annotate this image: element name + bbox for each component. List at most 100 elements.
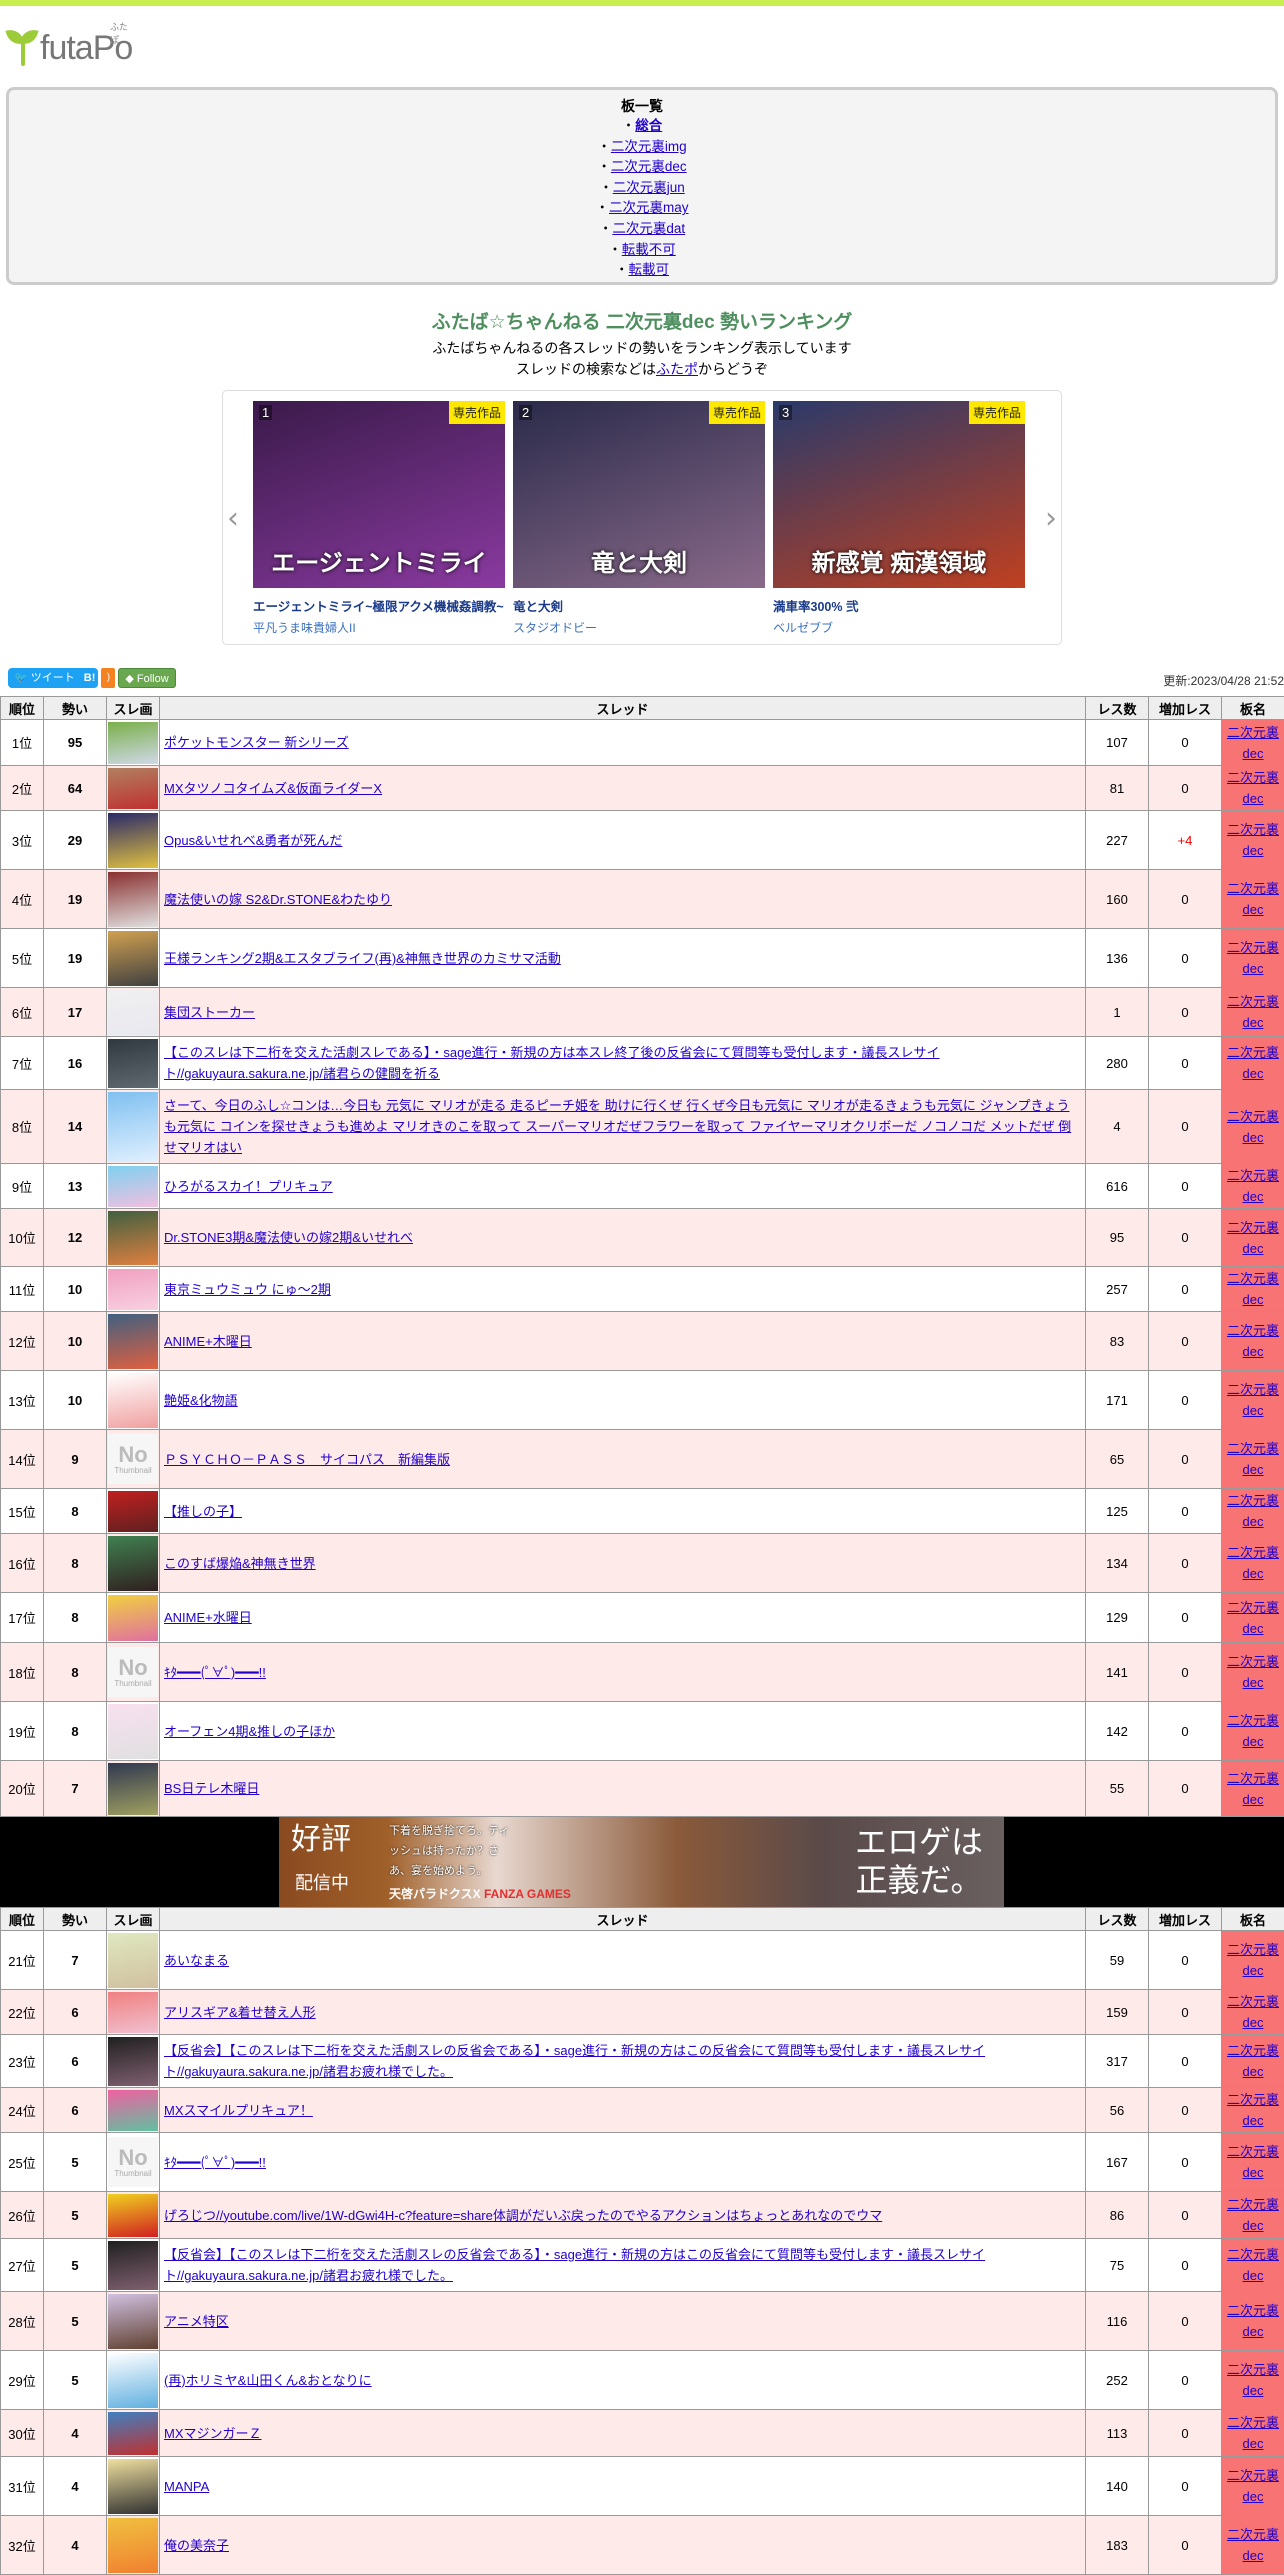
board-link[interactable]: 二次元裏 [1227,1382,1279,1397]
board-link-3[interactable]: 二次元裏jun [613,180,685,195]
thread-thumbnail[interactable] [108,2412,158,2455]
board-link[interactable]: dec [1243,1514,1264,1529]
hatena-bookmark-button[interactable]: B! [81,668,99,688]
board-link[interactable]: dec [1243,1675,1264,1690]
futapo-link[interactable]: ふたポ [656,361,698,377]
thumbnail-cell[interactable] [107,811,160,870]
board-link[interactable]: 二次元裏 [1227,940,1279,955]
site-logo[interactable]: futaPo ふたぽ [6,18,132,68]
thread-thumbnail[interactable] [108,1211,158,1265]
thumbnail-cell[interactable] [107,1209,160,1267]
thread-link[interactable]: MXスマイルプリキュア！ [164,2103,313,2118]
thumbnail-cell[interactable] [107,1534,160,1593]
thumbnail-cell[interactable] [107,1371,160,1430]
thread-link[interactable]: 魔法使いの嫁 S2&Dr.STONE&わたゆり [164,892,392,907]
thumbnail-cell[interactable] [107,988,160,1037]
thumbnail-cell[interactable] [107,1702,160,1761]
board-link[interactable]: dec [1243,2113,1264,2128]
board-link[interactable]: 二次元裏 [1227,2303,1279,2318]
thread-thumbnail[interactable] [108,1704,158,1759]
thread-thumbnail[interactable] [108,2353,158,2408]
thread-thumbnail[interactable] [108,1373,158,1428]
board-link[interactable]: dec [1243,2218,1264,2233]
board-link[interactable]: 二次元裏 [1227,1168,1279,1183]
thread-link[interactable]: 【推しの子】 [164,1504,242,1519]
thread-link[interactable]: さーて、今日のふし☆コンは…今日も 元気に マリオが走る 走るピーチ姫を 助けに… [164,1098,1071,1155]
thread-thumbnail[interactable] [108,1039,158,1088]
product-card[interactable]: 2専売作品竜と大剣竜と大剣スタジオドビー [513,401,765,636]
thumbnail-cell[interactable] [107,2192,160,2239]
thread-link[interactable]: MXマジンガーＺ [164,2426,262,2441]
board-link[interactable]: 二次元裏 [1227,1942,1279,1957]
thread-link[interactable]: オーフェン4期&推しの子ほか [164,1724,335,1739]
thumbnail-cell[interactable] [107,2035,160,2088]
board-link[interactable]: 二次元裏 [1227,2144,1279,2159]
product-image[interactable]: 3専売作品新感覚 痴漢領域 [773,401,1025,588]
board-link[interactable]: dec [1243,746,1264,761]
product-circle[interactable]: 平凡うま味貴婦人II [253,619,505,636]
thumbnail-cell[interactable]: NoThumbnail [107,2133,160,2192]
board-link[interactable]: 二次元裏 [1227,1045,1279,1060]
board-link[interactable]: 二次元裏 [1227,2415,1279,2430]
board-link[interactable]: dec [1243,1403,1264,1418]
board-link[interactable]: dec [1243,1963,1264,1978]
thread-link[interactable]: ひろがるスカイ！プリキュア [164,1179,333,1194]
board-link[interactable]: dec [1243,2436,1264,2451]
board-link-4[interactable]: 二次元裏may [609,200,689,215]
board-link[interactable]: 二次元裏 [1227,1441,1279,1456]
board-link[interactable]: dec [1243,2324,1264,2339]
thread-link[interactable]: げろじつ//youtube.com/live/1W-dGwi4H-c?featu… [164,2208,882,2223]
thread-link[interactable]: 【反省会】【このスレは下二桁を交えた活劇スレの反省会である】・sage進行・新規… [164,2043,985,2079]
thumbnail-cell[interactable] [107,2351,160,2410]
board-link[interactable]: dec [1243,1241,1264,1256]
thumbnail-cell[interactable] [107,1761,160,1817]
board-link[interactable]: 二次元裏 [1227,2468,1279,2483]
thread-link[interactable]: BS日テレ木曜日 [164,1781,259,1796]
thread-link[interactable]: MANPA [164,2479,209,2494]
ad-banner[interactable]: 好評 配信中 下着を脱ぎ捨てろ。ティッシュは持ったか？さあ、宴を始めよう。 天啓… [279,1817,1004,1907]
board-link-0[interactable]: 総合 [635,118,662,133]
thread-thumbnail[interactable] [108,2037,158,2086]
board-link[interactable]: dec [1243,1066,1264,1081]
thread-thumbnail[interactable] [108,2194,158,2237]
thumbnail-cell[interactable] [107,1164,160,1209]
thumbnail-cell[interactable] [107,1990,160,2035]
thumbnail-cell[interactable] [107,2516,160,2575]
board-link[interactable]: dec [1243,2268,1264,2283]
board-link[interactable]: 二次元裏 [1227,1220,1279,1235]
board-link-1[interactable]: 二次元裏img [611,139,687,154]
thread-thumbnail[interactable] [108,990,158,1035]
thumbnail-cell[interactable] [107,929,160,988]
thread-link[interactable]: このすば爆焔&神無き世界 [164,1556,316,1571]
board-link[interactable]: dec [1243,843,1264,858]
thread-link[interactable]: ｷﾀ━━━(ﾟ∀ﾟ)━━━!! [164,2155,266,2170]
carousel-prev-icon[interactable]: ‹ [227,501,239,536]
board-link[interactable]: dec [1243,1621,1264,1636]
thumbnail-cell[interactable]: NoThumbnail [107,1643,160,1702]
product-title[interactable]: 満車率300% 弐 [773,596,1025,615]
board-link[interactable]: dec [1243,2383,1264,2398]
thread-link[interactable]: (再)ホリミヤ&山田くん&おとなりに [164,2373,372,2388]
board-link[interactable]: dec [1243,902,1264,917]
board-link[interactable]: 二次元裏 [1227,1109,1279,1124]
board-link[interactable]: 二次元裏 [1227,2527,1279,2542]
product-title[interactable]: エージェントミライ~極限アクメ機械姦調教~ [253,596,505,615]
thread-link[interactable]: ANIME+木曜日 [164,1334,252,1349]
thumbnail-cell[interactable] [107,1489,160,1534]
thread-thumbnail[interactable] [108,872,158,927]
board-link[interactable]: dec [1243,1189,1264,1204]
board-link[interactable]: 二次元裏 [1227,1600,1279,1615]
thread-thumbnail[interactable] [108,1166,158,1207]
board-link[interactable]: 二次元裏 [1227,881,1279,896]
product-title[interactable]: 竜と大剣 [513,596,765,615]
thread-thumbnail[interactable] [108,2459,158,2514]
product-image[interactable]: 1専売作品エージェントミライ [253,401,505,588]
board-link[interactable]: 二次元裏 [1227,1994,1279,2009]
thread-link[interactable]: Dr.STONE3期&魔法使いの嫁2期&いせれべ [164,1230,413,1245]
board-link-7[interactable]: 転載可 [629,262,670,277]
thread-thumbnail[interactable] [108,1992,158,2033]
tweet-button[interactable]: 🐦 ツイート [8,668,81,688]
thumbnail-cell[interactable] [107,1090,160,1164]
thread-thumbnail[interactable] [108,722,158,764]
board-link[interactable]: dec [1243,1734,1264,1749]
